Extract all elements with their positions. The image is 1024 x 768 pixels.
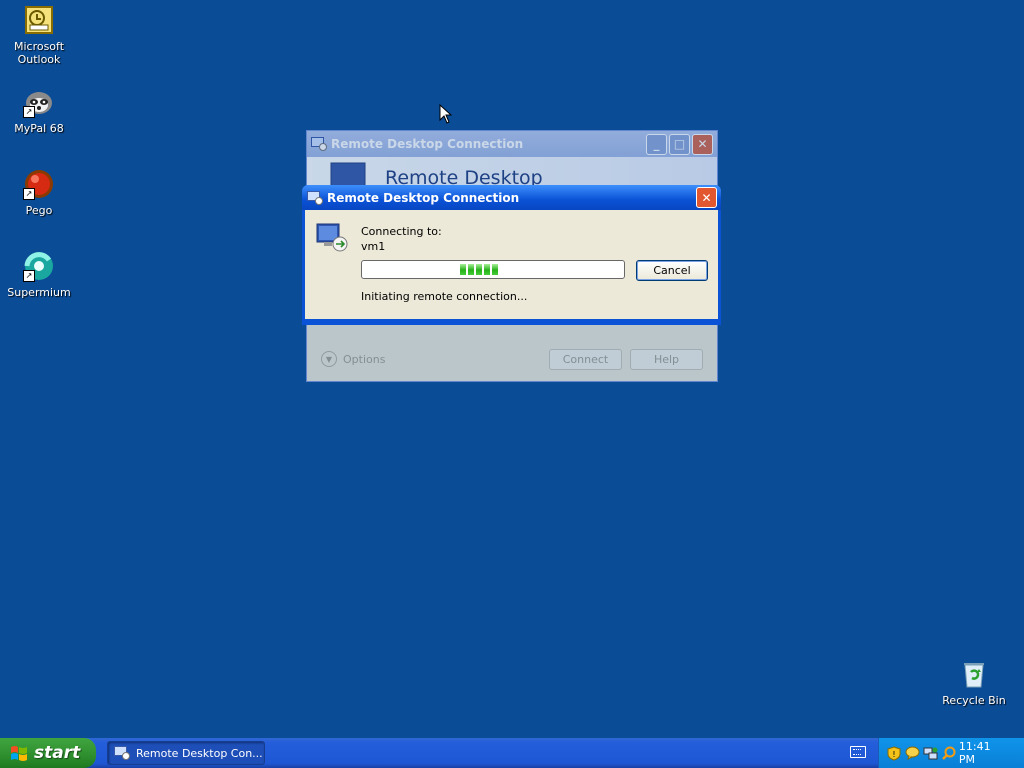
connection-progress-bar [361,260,625,279]
host-name: vm1 [361,240,386,253]
desktop-icon-label: MyPal 68 [14,122,64,135]
progress-marquee [460,264,498,275]
taskbar: start Remote Desktop Con... ! 11:41 PM [0,738,1024,768]
minimize-button[interactable]: _ [646,133,667,155]
network-icon[interactable] [923,746,938,761]
desktop-icon-supermium[interactable]: ↗ Supermium [1,250,77,299]
taskbar-button-label: Remote Desktop Con... [136,746,263,760]
options-chevron-icon[interactable]: ▼ [321,351,337,367]
start-label: start [34,743,81,763]
search-icon[interactable] [941,746,956,761]
close-button[interactable]: ✕ [692,133,713,155]
chat-bubble-icon[interactable] [905,746,920,761]
security-shield-icon[interactable]: ! [887,745,902,761]
status-text: Initiating remote connection... [361,290,528,303]
connecting-label: Connecting to: [361,225,442,238]
desktop-icon-label: Supermium [7,286,71,299]
back-window-footer: ▼ Options Connect Help [307,337,717,381]
desktop-icon-mypal[interactable]: ↗ MyPal 68 [1,86,77,135]
supermium-icon: ↗ [23,250,55,282]
svg-text:!: ! [893,750,896,759]
shortcut-arrow-icon: ↗ [23,106,35,118]
start-button[interactable]: start [0,738,96,768]
remote-desktop-icon [311,137,327,151]
cancel-button[interactable]: Cancel [636,260,708,281]
desktop-icon-outlook[interactable]: Microsoft Outlook [1,4,77,66]
remote-desktop-icon [114,746,130,760]
remote-desktop-icon [307,190,323,205]
remote-desktop-large-icon [316,223,348,252]
clock[interactable]: 11:41 PM [959,740,1010,766]
window-title: Remote Desktop Connection [331,137,524,151]
taskbar-button-remote-desktop[interactable]: Remote Desktop Con... [107,741,265,765]
dialog-body: Connecting to: vm1 Cancel Initiating rem… [305,210,718,319]
connect-button[interactable]: Connect [549,348,622,370]
title-bar: Remote Desktop Connection _ □ ✕ [307,131,717,157]
mouse-cursor-icon [439,104,452,124]
desktop-icon-recycle-bin[interactable]: Recycle Bin [936,658,1012,707]
dialog-title: Remote Desktop Connection [327,190,520,205]
desktop-icon-pego[interactable]: ↗ Pego [1,168,77,217]
recycle-bin-icon [958,658,990,690]
dialog-title-bar: Remote Desktop Connection ✕ [302,185,721,210]
raccoon-icon: ↗ [23,86,55,118]
maximize-button[interactable]: □ [669,133,690,155]
system-tray: ! 11:41 PM [878,738,1024,768]
dialog-close-button[interactable]: ✕ [696,187,717,208]
keyboard-icon[interactable] [850,746,866,758]
windows-logo-icon [11,746,27,761]
connecting-dialog: Remote Desktop Connection ✕ Connecting t… [302,185,721,325]
desktop-icon-label: Microsoft Outlook [13,40,65,66]
shortcut-arrow-icon: ↗ [23,188,35,200]
options-link[interactable]: Options [343,353,385,366]
outlook-icon [23,4,55,36]
shortcut-arrow-icon: ↗ [23,270,35,282]
desktop-icon-label: Pego [25,204,53,217]
desktop-icon-label: Recycle Bin [942,694,1006,707]
monitor-icon [330,162,366,187]
banner: Remote Desktop [307,157,717,189]
help-button[interactable]: Help [630,348,703,370]
pego-icon: ↗ [23,168,55,200]
